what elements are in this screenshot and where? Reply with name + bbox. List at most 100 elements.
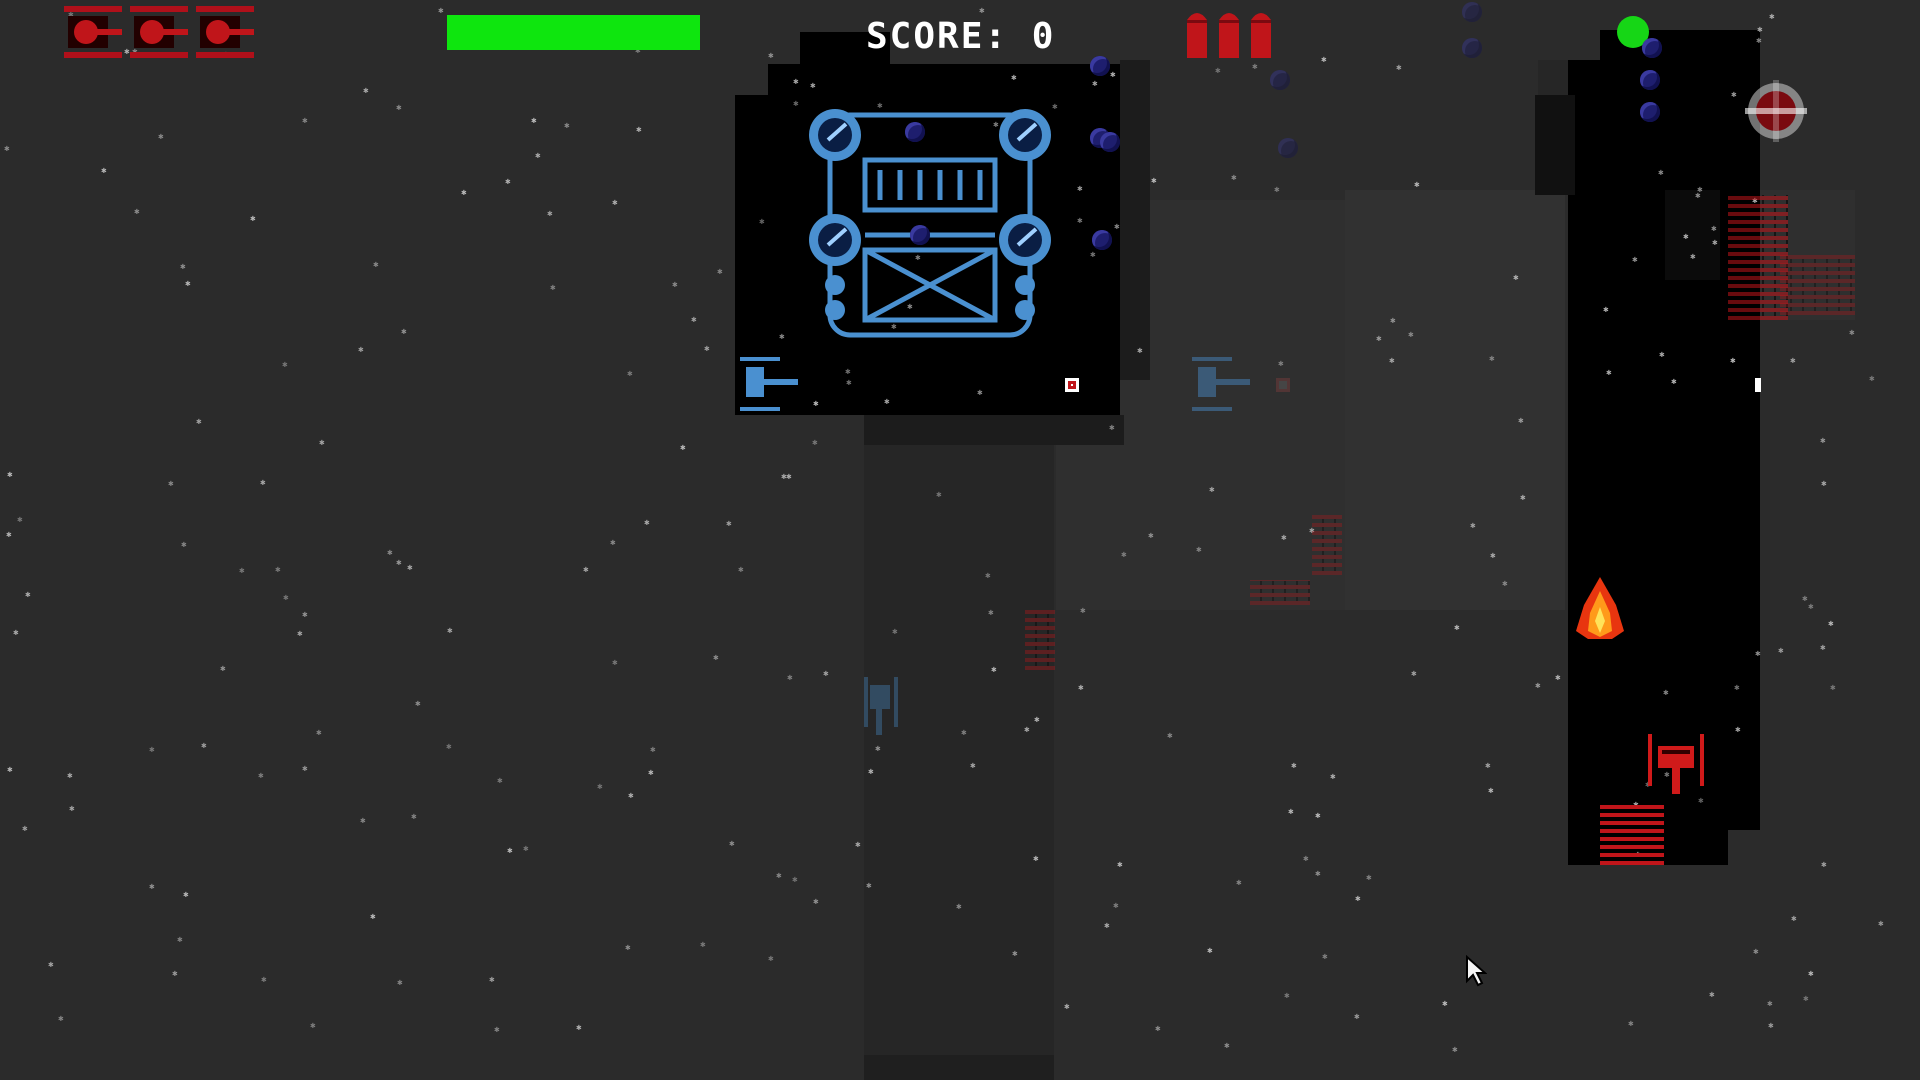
snowflake-icon: ✱ xyxy=(134,207,140,217)
snowflake-icon: ✱ xyxy=(1690,252,1696,262)
snowflake-icon: ✱ xyxy=(183,890,189,900)
snowflake-icon: ✱ xyxy=(1355,894,1361,904)
snowflake-icon: ✱ xyxy=(302,764,308,774)
purple-orb-icon xyxy=(1090,56,1110,76)
snowflake-icon: ✱ xyxy=(1753,947,1759,957)
snowflake-icon: ✱ xyxy=(1252,62,1258,72)
snowflake-icon: ✱ xyxy=(576,1023,582,1033)
snowflake-icon: ✱ xyxy=(892,627,898,637)
snowflake-icon: ✱ xyxy=(370,912,376,922)
snowflake-icon: ✱ xyxy=(1808,602,1814,612)
snowflake-icon: ✱ xyxy=(625,943,631,953)
brick-wall xyxy=(1025,610,1055,670)
snowflake-icon: ✱ xyxy=(1606,368,1612,378)
snowflake-icon: ✱ xyxy=(1489,354,1495,364)
snowflake-icon: ✱ xyxy=(1731,90,1737,100)
snowflake-icon: ✱ xyxy=(768,51,774,61)
snowflake-icon: ✱ xyxy=(523,844,529,854)
snowflake-icon: ✱ xyxy=(48,960,54,970)
snowflake-icon: ✱ xyxy=(1791,914,1797,924)
snowflake-icon: ✱ xyxy=(868,767,874,777)
snowflake-icon: ✱ xyxy=(1121,550,1127,560)
snowflake-icon: ✱ xyxy=(961,728,967,738)
snowflake-icon: ✱ xyxy=(258,771,264,781)
snowflake-icon: ✱ xyxy=(196,417,202,427)
snowflake-icon: ✱ xyxy=(1064,1002,1070,1012)
snowflake-icon: ✱ xyxy=(1683,232,1689,242)
fog-edge xyxy=(864,1055,1054,1080)
snowflake-icon: ✱ xyxy=(6,530,12,540)
snowflake-icon: ✱ xyxy=(13,628,19,638)
fire-icon xyxy=(1572,575,1628,645)
purple-orb-icon xyxy=(910,225,930,245)
snowflake-icon: ✱ xyxy=(1757,25,1763,35)
snowflake-icon: ✱ xyxy=(691,315,697,325)
snowflake-icon: ✱ xyxy=(810,81,816,91)
snowflake-icon: ✱ xyxy=(69,804,75,814)
snowflake-icon: ✱ xyxy=(1658,168,1664,178)
snowflake-icon: ✱ xyxy=(650,745,656,755)
snowflake-icon: ✱ xyxy=(787,673,793,683)
snowflake-icon: ✱ xyxy=(396,558,402,568)
snowflake-icon: ✱ xyxy=(786,472,792,482)
snowflake-icon: ✱ xyxy=(1518,416,1524,426)
red-shell-icon xyxy=(1249,6,1273,58)
snowflake-icon: ✱ xyxy=(564,121,570,131)
snowflake-icon: ✱ xyxy=(1080,606,1086,616)
snowflake-icon: ✱ xyxy=(310,1021,316,1031)
snowflake-icon: ✱ xyxy=(1535,681,1541,691)
snowflake-icon: ✱ xyxy=(1695,191,1701,201)
snowflake-icon: ✱ xyxy=(729,839,735,849)
snowflake-icon: ✱ xyxy=(1354,1012,1360,1022)
snowflake-icon: ✱ xyxy=(1167,731,1173,741)
snowflake-icon: ✱ xyxy=(597,782,603,792)
snowflake-icon: ✱ xyxy=(185,279,191,289)
player-tank[interactable] xyxy=(1648,732,1706,798)
snowflake-icon: ✱ xyxy=(1878,919,1884,929)
snowflake-icon: ✱ xyxy=(1712,238,1718,248)
snowflake-icon: ✱ xyxy=(793,99,799,109)
snowflake-icon: ✱ xyxy=(813,399,819,409)
item-box-icon xyxy=(1065,378,1079,392)
snowflake-icon: ✱ xyxy=(1502,579,1508,589)
snowflake-icon: ✱ xyxy=(1330,772,1336,782)
snowflake-icon: ✱ xyxy=(823,669,829,679)
mouse-cursor-icon xyxy=(1465,954,1488,991)
snowflake-icon: ✱ xyxy=(648,768,654,778)
snowflake-icon: ✱ xyxy=(1711,224,1717,234)
snowflake-icon: ✱ xyxy=(813,897,819,907)
snowflake-icon: ✱ xyxy=(1092,79,1098,89)
snowflake-icon: ✱ xyxy=(1698,796,1704,806)
snowflake-icon: ✱ xyxy=(177,935,183,945)
snowflake-icon: ✱ xyxy=(363,86,369,96)
snowflake-icon: ✱ xyxy=(1137,346,1143,356)
snowflake-icon: ✱ xyxy=(158,132,164,142)
snowflake-icon: ✱ xyxy=(1803,994,1809,1004)
snowflake-icon: ✱ xyxy=(396,103,402,113)
blue-turret-icon xyxy=(1190,355,1256,417)
snowflake-icon: ✱ xyxy=(583,565,589,575)
snowflake-icon: ✱ xyxy=(1755,649,1761,659)
snowflake-icon: ✱ xyxy=(7,765,13,775)
snowflake-icon: ✱ xyxy=(1366,873,1372,883)
snowflake-icon: ✱ xyxy=(260,478,266,488)
snowflake-icon: ✱ xyxy=(866,881,872,891)
snowflake-icon: ✱ xyxy=(360,816,366,826)
snowflake-icon: ✱ xyxy=(1769,12,1775,22)
snowflake-icon: ✱ xyxy=(1442,999,1448,1009)
snowflake-icon: ✱ xyxy=(25,590,31,600)
snowflake-icon: ✱ xyxy=(768,954,774,964)
snowflake-icon: ✱ xyxy=(149,882,155,892)
snowflake-icon: ✱ xyxy=(991,665,997,675)
snowflake-icon: ✱ xyxy=(1209,485,1215,495)
snowflake-icon: ✱ xyxy=(1663,688,1669,698)
snowflake-icon: ✱ xyxy=(1077,184,1083,194)
snowflake-icon: ✱ xyxy=(1113,901,1119,911)
snowflake-icon: ✱ xyxy=(793,77,799,87)
revealed-area xyxy=(1568,60,1760,830)
red-shell-icon xyxy=(1185,6,1209,58)
snowflake-icon: ✱ xyxy=(1011,73,1017,83)
snowflake-icon: ✱ xyxy=(1024,725,1030,735)
snowflake-icon: ✱ xyxy=(411,812,417,822)
snowflake-icon: ✱ xyxy=(985,571,991,581)
